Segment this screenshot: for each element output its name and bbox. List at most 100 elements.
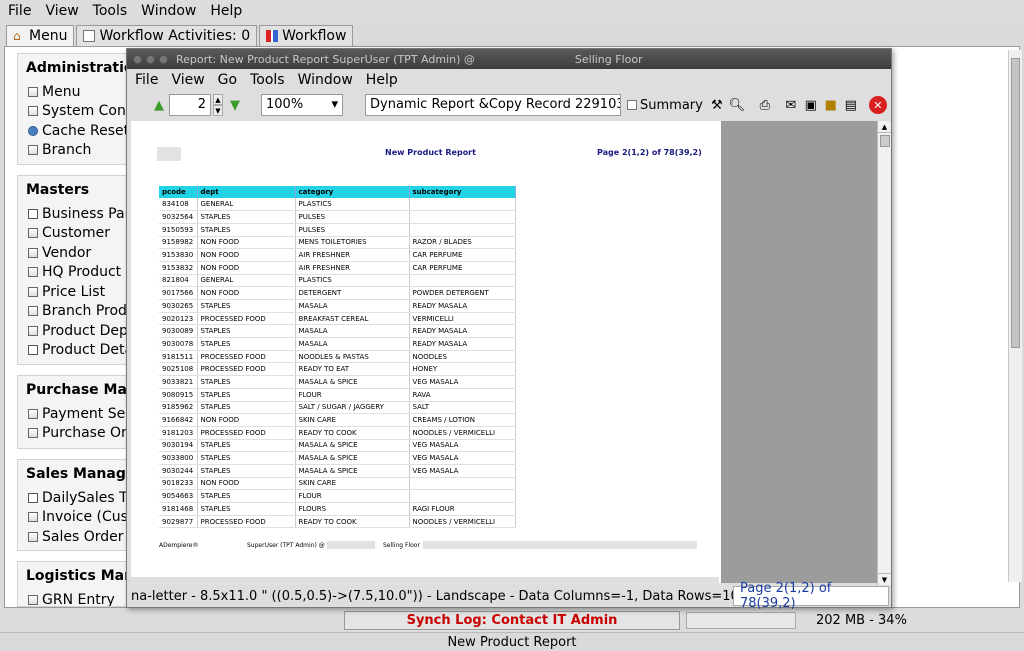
menu-item-purchase-order[interactable]: Purchase Orde (18, 424, 136, 444)
menu-window[interactable]: Window (133, 3, 202, 19)
next-page-arrow-icon[interactable]: ▼ (225, 95, 245, 115)
export-icon[interactable]: ■ (821, 95, 841, 115)
zoom-select[interactable]: 100% ▾ (261, 94, 343, 116)
report-menu-help[interactable]: Help (360, 72, 405, 88)
report-menu-file[interactable]: File (129, 72, 165, 88)
minimize-window-icon[interactable] (146, 54, 155, 64)
table-cell-category: PULSES (295, 210, 410, 224)
menu-item-payment-selection[interactable]: Payment Sele (18, 404, 136, 424)
report-menu-go[interactable]: Go (212, 72, 244, 88)
table-cell-pcode: 9166842 (159, 413, 198, 427)
report-menu-view[interactable]: View (165, 72, 211, 88)
maximize-window-icon[interactable] (159, 54, 168, 64)
scrollbar-thumb[interactable] (880, 135, 890, 147)
report-table: pcode dept category subcategory 834108 GE… (159, 186, 516, 529)
menu-item-branch[interactable]: Branch (18, 141, 136, 161)
close-report-icon[interactable]: ✕ (868, 96, 887, 114)
menu-item-invoice[interactable]: Invoice (Custo (18, 508, 136, 528)
tab-menu[interactable]: ⌂ Menu (6, 25, 75, 46)
menu-item-hq-product[interactable]: HQ Product M (18, 263, 136, 283)
scroll-up-icon[interactable]: ▲ (878, 121, 891, 133)
menu-tools[interactable]: Tools (85, 3, 134, 19)
column-header-pcode: pcode (159, 186, 198, 198)
menu-item-dailysales[interactable]: DailySales Ter (18, 488, 136, 508)
table-cell-pcode: 9185962 (159, 401, 198, 415)
table-cell-category: NOODLES & PASTAS (295, 350, 410, 364)
checkbox-box[interactable] (627, 100, 637, 110)
table-cell-dept: STAPLES (197, 299, 296, 313)
table-cell-category: READY TO COOK (295, 426, 410, 440)
table-cell-dept: STAPLES (197, 375, 296, 389)
send-mail-icon[interactable]: ✉ (781, 95, 801, 115)
page-spinner[interactable]: ▲ ▼ (213, 94, 223, 116)
archive-icon[interactable]: ▣ (801, 95, 821, 115)
customize-tools-icon[interactable]: ⚒ (707, 95, 727, 115)
page-number-input[interactable]: 2 (169, 94, 211, 116)
save-icon[interactable]: ▤ (841, 95, 861, 115)
table-cell-pcode: 9030078 (159, 337, 198, 351)
table-row: 9033821 STAPLES MASALA & SPICE VEG MASALA (159, 375, 516, 389)
menu-help[interactable]: Help (202, 3, 248, 19)
window-icon (28, 408, 38, 419)
menu-item-grn-entry[interactable]: GRN Entry (18, 590, 136, 606)
print-icon[interactable]: ⎙ (755, 95, 775, 115)
table-cell-pcode: 9080915 (159, 388, 198, 402)
window-name-status: New Product Report (0, 632, 1024, 651)
table-row: 9030244 STAPLES MASALA & SPICE VEG MASALA (159, 464, 516, 478)
table-row: 9030078 STAPLES MASALA READY MASALA (159, 337, 516, 351)
table-row: 9150593 STAPLES PULSES (159, 223, 516, 237)
menu-item-customer[interactable]: Customer (18, 224, 136, 244)
table-cell-dept: PROCESSED FOOD (197, 312, 296, 326)
report-menu-tools[interactable]: Tools (244, 72, 292, 88)
menu-item-product-department[interactable]: Product Depar (18, 321, 136, 341)
summary-checkbox[interactable]: Summary (627, 98, 703, 113)
table-row: 9030089 STAPLES MASALA READY MASALA (159, 324, 516, 339)
table-cell-subcategory: VEG MASALA (409, 451, 516, 465)
table-row: 9025108 PROCESSED FOOD READY TO EAT HONEY (159, 362, 516, 377)
table-cell-dept: PROCESSED FOOD (197, 515, 296, 529)
menu-item-product-detail[interactable]: Product Detai (18, 341, 136, 361)
report-menu-window[interactable]: Window (292, 72, 360, 88)
menu-file[interactable]: File (0, 3, 37, 19)
menu-item-vendor[interactable]: Vendor (18, 243, 136, 263)
table-row: 834108 GENERAL PLASTICS (159, 198, 516, 212)
menu-item-branch-product[interactable]: Branch Produ (18, 302, 136, 322)
tab-menu-label: Menu (29, 28, 68, 44)
tab-workflow[interactable]: Workflow (259, 25, 354, 46)
table-cell-dept: STAPLES (197, 489, 296, 503)
table-cell-subcategory: HONEY (409, 362, 516, 377)
spinner-up-icon[interactable]: ▲ (213, 94, 223, 105)
menu-item-label: Branch (42, 142, 92, 159)
section-title: Logistics Mana (26, 568, 137, 584)
menu-item-label: HQ Product M (42, 264, 137, 281)
menu-item-sales-order[interactable]: Sales Order (18, 527, 136, 547)
table-cell-category: FLOUR (295, 388, 410, 402)
menu-panel-scrollbar[interactable] (1008, 50, 1022, 582)
menu-item-menu[interactable]: Menu (18, 82, 136, 102)
close-window-icon[interactable] (133, 54, 142, 64)
report-window-titlebar[interactable]: Report: New Product Report SuperUser (TP… (127, 49, 891, 69)
tab-workflow-activities[interactable]: Workflow Activities: 0 (76, 25, 258, 46)
spinner-down-icon[interactable]: ▼ (213, 105, 223, 116)
table-cell-category: AIR FRESHNER (295, 261, 410, 275)
table-row: 9018233 NON FOOD SKIN CARE (159, 477, 516, 491)
previous-page-arrow-icon[interactable]: ▲ (149, 95, 169, 115)
menu-item-cache-reset[interactable]: Cache Reset (18, 121, 136, 141)
report-horizontal-scrollbar[interactable] (131, 577, 719, 585)
table-cell-category: SALT / SUGAR / JAGGERY (295, 401, 410, 415)
table-cell-dept: GENERAL (197, 274, 296, 288)
synch-log-status[interactable]: Synch Log: Contact IT Admin (344, 611, 680, 630)
find-magnifier-icon[interactable]: 🔍︎ (727, 95, 747, 115)
section-purchase: Purchase Mana Payment Sele Purchase Orde (17, 375, 137, 449)
menu-view[interactable]: View (37, 3, 84, 19)
table-row: 9029877 PROCESSED FOOD READY TO COOK NOODLE… (159, 515, 516, 529)
menu-item-business-partner[interactable]: Business Partr (18, 204, 136, 224)
report-viewport[interactable]: New Product Report Page 2(1,2) of 78(39,… (131, 121, 881, 583)
report-view-select[interactable]: Dynamic Report &Copy Record 2291032▾ (365, 94, 621, 116)
scrollbar-thumb[interactable] (1011, 58, 1020, 348)
window-icon (28, 267, 38, 278)
menu-item-system-config[interactable]: System Confi (18, 102, 136, 122)
application: File View Tools Window Help ⌂ Menu Workf… (0, 0, 1024, 651)
menu-item-price-list[interactable]: Price List (18, 282, 136, 302)
report-vertical-scrollbar[interactable]: ▲ ▼ (877, 121, 891, 585)
